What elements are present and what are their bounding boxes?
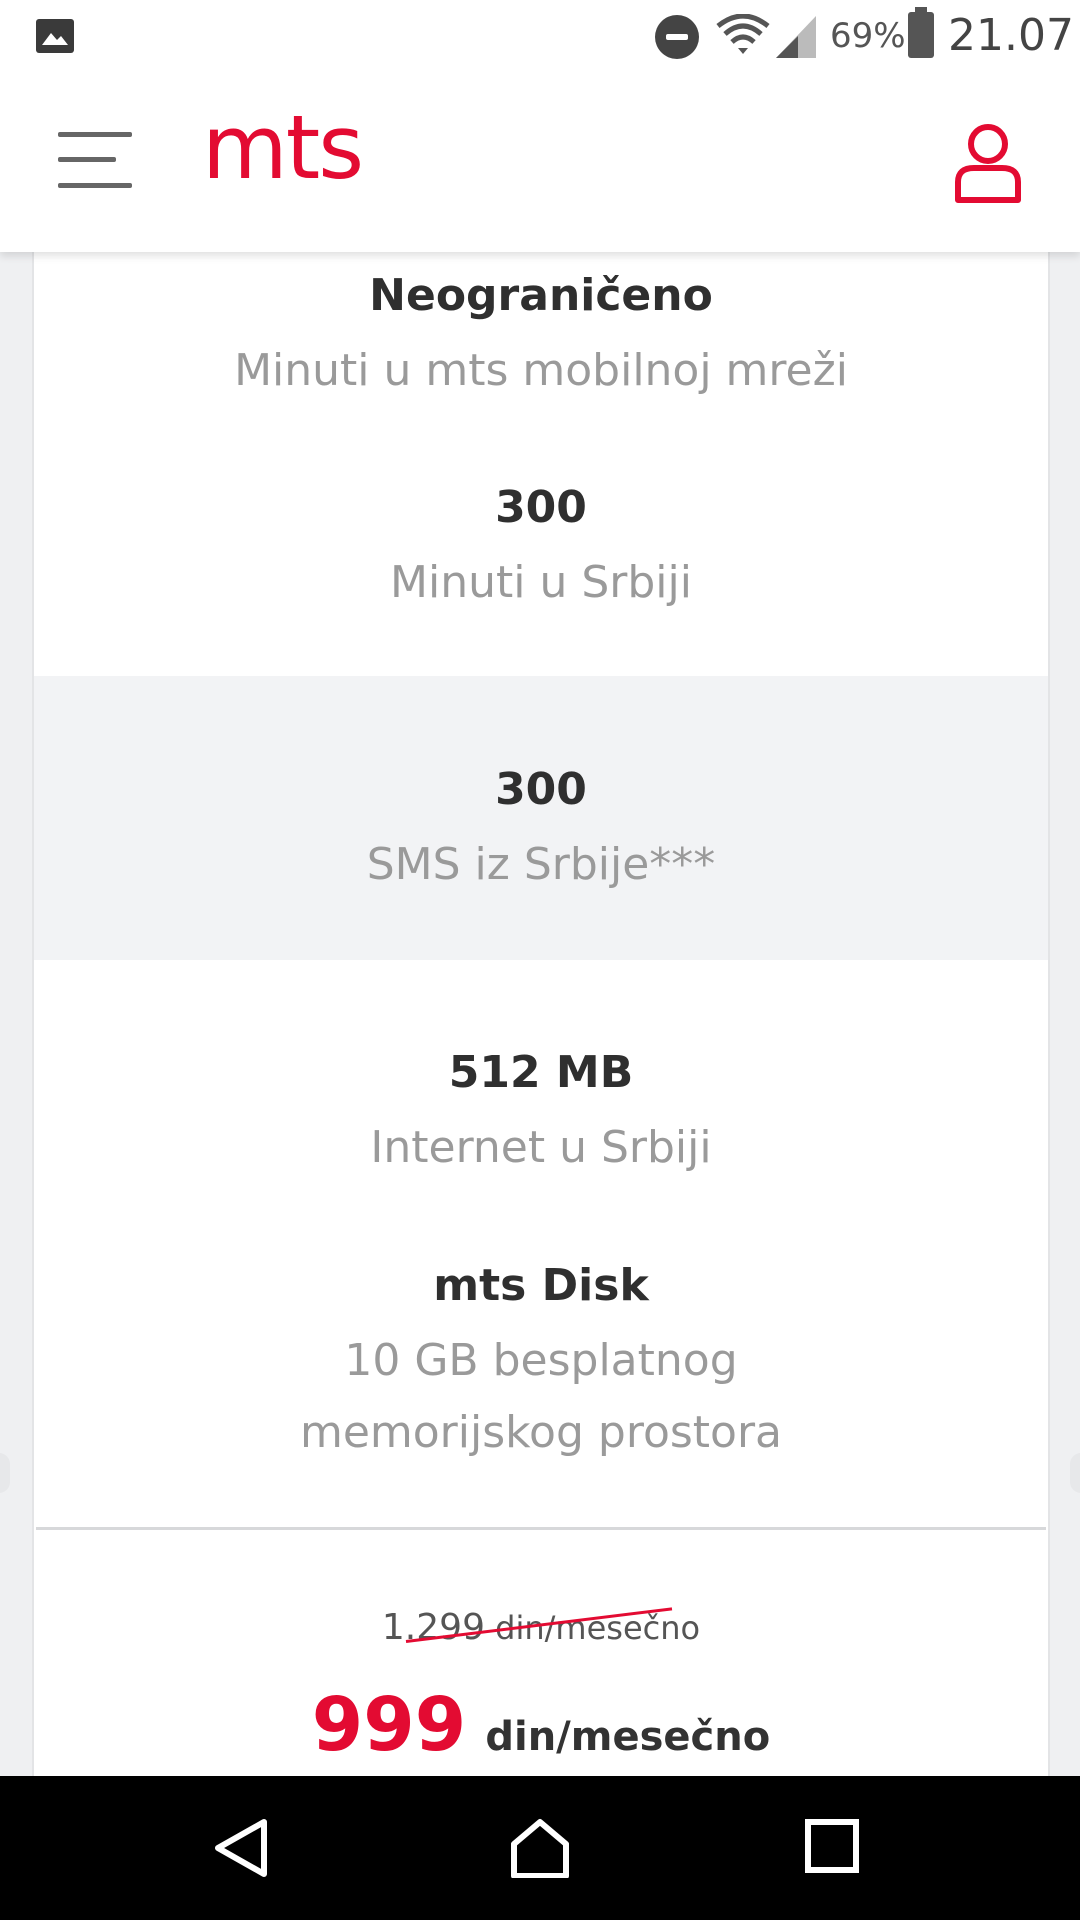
recents-icon[interactable]: [804, 1818, 860, 1874]
feature-item: Neograničeno Minuti u mts mobilnoj mreži: [34, 270, 1048, 407]
battery-icon: [908, 7, 934, 58]
new-price: 999 din/mesečno: [34, 1682, 1048, 1768]
status-bar: 69% 21.07: [0, 0, 1080, 74]
mts-logo[interactable]: mts: [202, 96, 364, 199]
home-icon[interactable]: [508, 1818, 572, 1878]
feature-value: mts Disk: [433, 1260, 649, 1311]
new-price-unit: din/mesečno: [485, 1714, 771, 1760]
system-navigation-bar: [0, 1776, 1080, 1920]
page-content[interactable]: Neograničeno Minuti u mts mobilnoj mreži…: [0, 252, 1080, 1776]
app-header: mts: [0, 74, 1080, 252]
carousel-next-edge[interactable]: [1070, 1453, 1080, 1493]
cell-signal-icon: [776, 16, 816, 58]
image-notification-icon: [36, 19, 74, 53]
carousel-prev-edge[interactable]: [0, 1453, 10, 1493]
feature-item: mts Disk 10 GB besplatnog memorijskog pr…: [34, 1260, 1048, 1469]
old-price: 1.299 din/mesečno: [34, 1607, 1048, 1648]
feature-label: Minuti u mts mobilnoj mreži: [234, 345, 848, 396]
feature-label: Internet u Srbiji: [370, 1122, 712, 1173]
user-account-icon[interactable]: [954, 122, 1022, 204]
old-price-value: 1.299: [381, 1607, 485, 1648]
feature-value: 300: [495, 482, 587, 533]
feature-label: SMS iz Srbije***: [366, 839, 716, 890]
back-icon[interactable]: [212, 1818, 272, 1878]
feature-value: 512 MB: [448, 1047, 634, 1098]
new-price-value: 999: [311, 1682, 467, 1768]
feature-value: 300: [495, 764, 587, 815]
feature-value: Neograničeno: [369, 270, 713, 321]
clock: 21.07: [948, 10, 1074, 61]
battery-percentage: 69%: [830, 16, 906, 56]
feature-label: Minuti u Srbiji: [390, 557, 692, 608]
hamburger-menu-icon[interactable]: [58, 132, 132, 188]
tariff-card: Neograničeno Minuti u mts mobilnoj mreži…: [32, 252, 1050, 1776]
feature-item: 300 Minuti u Srbiji: [34, 482, 1048, 619]
price-divider: [36, 1527, 1046, 1530]
feature-item: 300 SMS iz Srbije***: [34, 764, 1048, 901]
feature-item: 512 MB Internet u Srbiji: [34, 1047, 1048, 1184]
feature-label: 10 GB besplatnog memorijskog prostora: [299, 1335, 783, 1458]
wifi-icon: [716, 14, 770, 54]
do-not-disturb-icon: [655, 15, 699, 59]
